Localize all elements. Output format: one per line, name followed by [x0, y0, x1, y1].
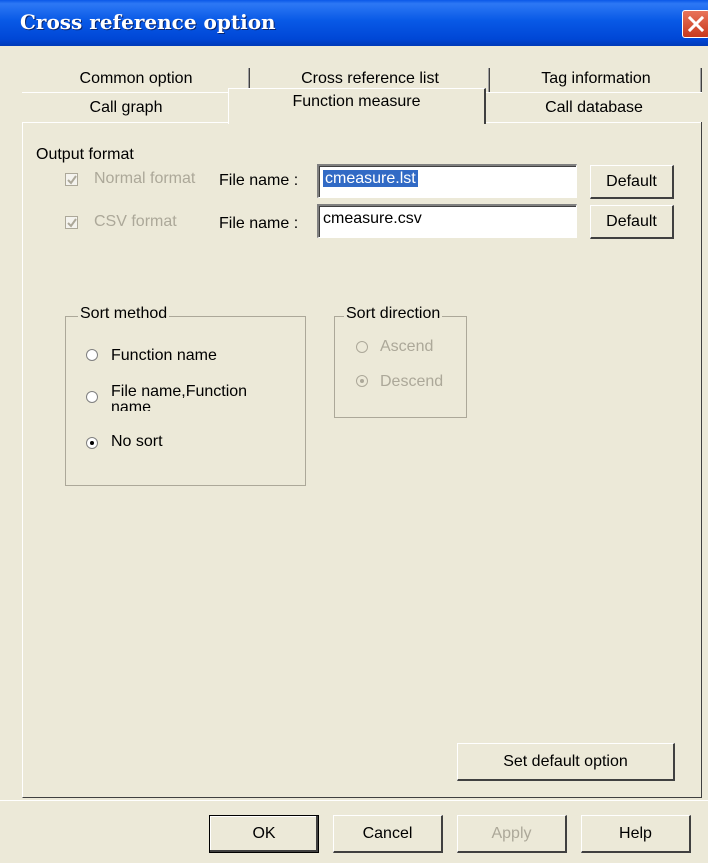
- tab-label: Common option: [79, 70, 193, 87]
- sort-direction-title: Sort direction: [344, 305, 443, 323]
- normal-format-label: Normal format: [94, 170, 196, 187]
- default-label: Default: [606, 173, 657, 190]
- output-format-label: Output format: [36, 146, 134, 163]
- tab-call-database[interactable]: Call database: [486, 92, 702, 122]
- apply-button[interactable]: Apply: [457, 815, 567, 853]
- radio-descend[interactable]: [356, 375, 368, 387]
- apply-label: Apply: [491, 825, 532, 842]
- tab-call-graph[interactable]: Call graph: [22, 92, 230, 122]
- sort-method-title: Sort method: [78, 305, 170, 323]
- radio-no-sort[interactable]: [86, 437, 98, 449]
- tab-label: Function measure: [292, 93, 421, 110]
- cancel-label: Cancel: [362, 825, 413, 842]
- check-icon: [67, 175, 77, 185]
- tab-label: Call graph: [89, 99, 163, 116]
- window-title: Cross reference option: [20, 10, 276, 34]
- check-icon: [67, 218, 77, 228]
- normal-file-name-label: File name :: [219, 172, 299, 189]
- help-label: Help: [619, 825, 652, 842]
- tab-function-measure[interactable]: Function measure: [228, 88, 486, 124]
- csv-file-name-value: cmeasure.csv: [323, 210, 422, 227]
- radio-function-name[interactable]: [86, 349, 98, 361]
- cancel-button[interactable]: Cancel: [333, 815, 443, 853]
- close-icon: [687, 15, 705, 33]
- help-button[interactable]: Help: [581, 815, 691, 853]
- radio-function-name-label: Function name: [111, 347, 217, 364]
- default-label: Default: [606, 213, 657, 230]
- tab-label: Tag information: [541, 70, 651, 87]
- radio-ascend-label: Ascend: [380, 338, 434, 355]
- tab-label: Cross reference list: [301, 70, 439, 87]
- csv-format-checkbox[interactable]: [65, 216, 78, 229]
- ok-button[interactable]: OK: [209, 815, 319, 853]
- ok-label: OK: [252, 825, 276, 842]
- radio-descend-label: Descend: [380, 373, 444, 390]
- radio-file-name-function-name-label: File name,Function name: [111, 384, 248, 411]
- normal-format-checkbox[interactable]: [65, 173, 78, 186]
- csv-format-label: CSV format: [94, 213, 177, 230]
- csv-file-name-label: File name :: [219, 215, 299, 232]
- radio-file-name-function-name[interactable]: [86, 391, 98, 403]
- normal-default-button[interactable]: Default: [590, 165, 674, 199]
- title-bar: Cross reference option: [0, 0, 708, 46]
- tab-common-option[interactable]: Common option: [22, 66, 250, 92]
- normal-file-name-input[interactable]: cmeasure.lst: [317, 164, 577, 198]
- set-default-option-button[interactable]: Set default option: [457, 743, 675, 781]
- set-default-option-label: Set default option: [503, 753, 628, 770]
- csv-file-name-input[interactable]: cmeasure.csv: [317, 204, 577, 238]
- radio-no-sort-label: No sort: [111, 433, 163, 450]
- sort-direction-group: [334, 316, 467, 418]
- radio-ascend[interactable]: [356, 341, 368, 353]
- tab-tag-information[interactable]: Tag information: [490, 66, 702, 92]
- tab-label: Call database: [545, 99, 643, 116]
- csv-default-button[interactable]: Default: [590, 205, 674, 239]
- normal-file-name-value: cmeasure.lst: [323, 170, 418, 187]
- close-button[interactable]: [682, 10, 708, 38]
